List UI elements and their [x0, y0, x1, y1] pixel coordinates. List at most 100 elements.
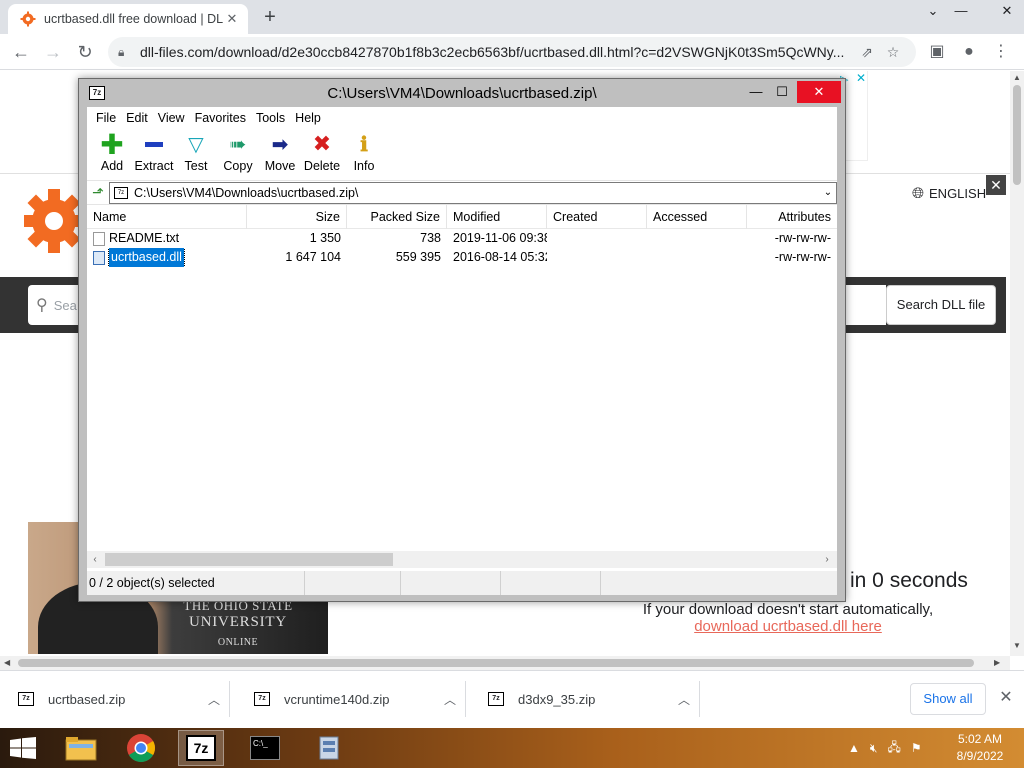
- address-bar[interactable]: 🔒︎ dll-files.com/download/d2e30ccb842787…: [108, 37, 916, 67]
- column-attributes[interactable]: Attributes: [747, 205, 837, 229]
- scroll-right-icon[interactable]: ›: [819, 551, 835, 568]
- add-button[interactable]: ✚ Add: [91, 128, 133, 174]
- language-label: ENGLISH: [929, 186, 987, 201]
- search-placeholder: Sea: [53, 297, 77, 313]
- column-size[interactable]: Size: [247, 205, 347, 229]
- tab-title: ucrtbased.dll free download | DLL: [44, 12, 224, 26]
- file-attributes: -rw-rw-rw-: [774, 250, 831, 264]
- download-item[interactable]: 7z vcruntime140d.zip ︿: [236, 681, 466, 717]
- page-horizontal-scrollbar[interactable]: ◀ ▶: [0, 656, 1010, 670]
- kebab-menu-icon[interactable]: ⋮: [988, 39, 1014, 65]
- menu-help[interactable]: Help: [290, 111, 326, 125]
- scroll-left-icon[interactable]: ◀: [4, 656, 10, 670]
- side-panel-icon[interactable]: ▣: [924, 39, 950, 65]
- file-created: [547, 229, 647, 248]
- network-app-taskbar-icon[interactable]: [306, 730, 352, 766]
- sevenzip-window: 7z C:\Users\VM4\Downloads\ucrtbased.zip\…: [78, 78, 846, 602]
- column-packed-size[interactable]: Packed Size: [347, 205, 447, 229]
- file-packed-size: 738: [420, 231, 441, 245]
- zip-file-icon: 7z: [488, 692, 504, 706]
- tab-close-icon[interactable]: ✕: [224, 11, 240, 27]
- info-button[interactable]: ℹ Info: [343, 129, 385, 174]
- chrome-taskbar-icon[interactable]: [118, 730, 164, 766]
- file-explorer-taskbar-icon[interactable]: [58, 730, 104, 766]
- page-vertical-scrollbar[interactable]: ▲ ▼: [1010, 71, 1024, 656]
- column-modified[interactable]: Modified: [447, 205, 547, 229]
- tray-overflow-chevron-icon[interactable]: ▲: [848, 741, 860, 755]
- menu-edit[interactable]: Edit: [121, 111, 153, 125]
- share-icon[interactable]: ⇗: [854, 44, 880, 61]
- menu-tools[interactable]: Tools: [251, 111, 290, 125]
- sevenzip-close-button[interactable]: ✕: [797, 81, 841, 103]
- ad-university-text: THE OHIO STATE UNIVERSITY ONLINE: [183, 598, 293, 648]
- file-modified: 2016-08-14 05:32: [453, 250, 547, 264]
- file-packed-size: 559 395: [395, 250, 441, 264]
- file-accessed: [647, 248, 747, 267]
- download-item[interactable]: 7z ucrtbased.zip ︿: [0, 681, 230, 717]
- menu-file[interactable]: File: [91, 111, 121, 125]
- double-arrow-icon: ➠: [229, 133, 247, 156]
- new-tab-button[interactable]: +: [258, 6, 282, 30]
- zip-archive-icon: 7z: [114, 186, 128, 199]
- taskbar-clock[interactable]: 5:02 AM 8/9/2022: [952, 731, 1008, 765]
- column-created[interactable]: Created: [547, 205, 647, 229]
- folder-up-icon[interactable]: ⬏: [87, 184, 109, 201]
- browser-tab[interactable]: ucrtbased.dll free download | DLL ✕: [8, 4, 248, 34]
- scroll-down-icon[interactable]: ▼: [1010, 641, 1024, 650]
- ad-close-icon[interactable]: ✕: [856, 71, 866, 85]
- profile-avatar-icon[interactable]: ●: [956, 39, 982, 65]
- close-shelf-icon[interactable]: ✕: [996, 687, 1016, 707]
- scroll-left-icon[interactable]: ‹: [87, 551, 103, 568]
- download-link[interactable]: download ucrtbased.dll here: [600, 618, 976, 635]
- search-dll-button[interactable]: Search DLL file: [886, 285, 996, 325]
- chevron-down-icon[interactable]: ⌄: [820, 187, 836, 198]
- chevron-up-icon[interactable]: ︿: [669, 691, 699, 708]
- sevenzip-taskbar-icon[interactable]: 7z: [178, 730, 224, 766]
- action-center-flag-icon[interactable]: ⚑: [911, 741, 922, 755]
- overlay-close-icon[interactable]: ✕: [986, 175, 1006, 195]
- url-text: dll-files.com/download/d2e30ccb8427870b1…: [140, 44, 845, 60]
- sevenzip-titlebar[interactable]: 7z C:\Users\VM4\Downloads\ucrtbased.zip\…: [79, 79, 845, 107]
- show-all-button[interactable]: Show all: [910, 683, 986, 715]
- download-item[interactable]: 7z d3dx9_35.zip ︿: [470, 681, 700, 717]
- network-icon[interactable]: 🖧: [887, 738, 900, 759]
- windows-start-icon[interactable]: [10, 737, 36, 759]
- language-selector[interactable]: 🌐︎ ENGLISH: [912, 185, 986, 202]
- copy-button[interactable]: ➠ Copy: [217, 129, 259, 174]
- close-window-button[interactable]: ✕: [992, 2, 1022, 22]
- bookmark-star-icon[interactable]: ☆: [880, 44, 906, 61]
- dll-file-icon: [93, 250, 105, 265]
- volume-muted-icon[interactable]: 🔇︎: [870, 741, 878, 756]
- chevron-up-icon[interactable]: ︿: [199, 691, 229, 708]
- command-prompt-taskbar-icon[interactable]: C:\_: [242, 730, 288, 766]
- sevenzip-path: C:\Users\VM4\Downloads\ucrtbased.zip\: [134, 185, 359, 200]
- test-button[interactable]: ▽ Test: [175, 129, 217, 174]
- scroll-right-icon[interactable]: ▶: [994, 656, 1000, 670]
- sevenzip-address-row: ⬏ 7z C:\Users\VM4\Downloads\ucrtbased.zi…: [87, 181, 837, 205]
- clock-time: 5:02 AM: [957, 732, 1003, 746]
- sevenzip-statusbar: 0 / 2 object(s) selected: [87, 571, 837, 595]
- forward-arrow-icon[interactable]: →: [40, 39, 66, 65]
- delete-button[interactable]: ✖ Delete: [301, 129, 343, 173]
- scroll-up-icon[interactable]: ▲: [1010, 73, 1024, 82]
- sevenzip-maximize-button[interactable]: ☐: [767, 81, 797, 103]
- back-arrow-icon[interactable]: ←: [8, 39, 34, 65]
- system-tray: ▲ 🔇︎ 🖧 ⚑: [848, 728, 922, 768]
- menu-favorites[interactable]: Favorites: [190, 111, 251, 125]
- chevron-up-icon[interactable]: ︿: [435, 691, 465, 708]
- dll-files-logo-icon[interactable]: [24, 187, 84, 255]
- reload-icon[interactable]: ↻: [72, 39, 98, 65]
- file-row[interactable]: README.txt 1 350 738 2019-11-06 09:38 -r…: [87, 229, 837, 248]
- extract-button[interactable]: Extract: [133, 129, 175, 173]
- column-name[interactable]: Name: [87, 205, 247, 229]
- file-row-selected[interactable]: ucrtbased.dll 1 647 104 559 395 2016-08-…: [87, 248, 837, 267]
- column-accessed[interactable]: Accessed: [647, 205, 747, 229]
- file-list-horizontal-scrollbar[interactable]: ‹ ›: [87, 551, 837, 568]
- sevenzip-title: C:\Users\VM4\Downloads\ucrtbased.zip\: [327, 85, 597, 102]
- chevron-down-icon[interactable]: ⌄: [918, 2, 948, 22]
- plus-icon: ✚: [100, 128, 124, 160]
- move-button[interactable]: ➡ Move: [259, 129, 301, 174]
- restore-button[interactable]: [948, 2, 978, 22]
- sevenzip-path-combobox[interactable]: 7z C:\Users\VM4\Downloads\ucrtbased.zip\…: [109, 181, 837, 204]
- menu-view[interactable]: View: [153, 111, 190, 125]
